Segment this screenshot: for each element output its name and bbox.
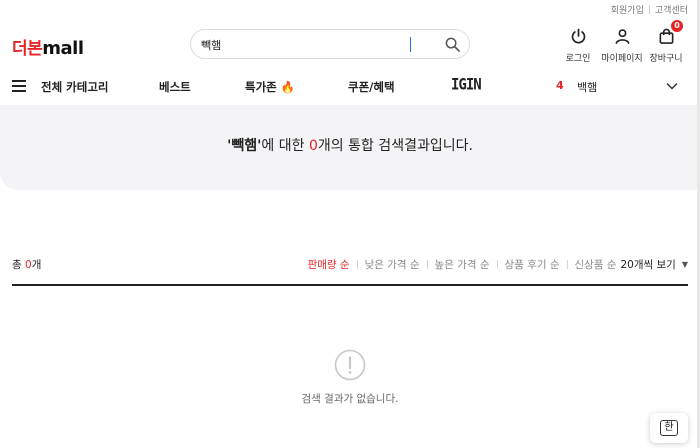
customer-center-link[interactable]: 고객센터: [655, 3, 688, 16]
text-caret: [410, 37, 411, 52]
search-box: [190, 29, 470, 59]
main-nav: 전체 카테고리 베스트 특가존 🔥 쿠폰/혜택 IGIN 4 백햄: [0, 72, 700, 102]
divider: [496, 260, 498, 269]
nav-deals[interactable]: 특가존 🔥: [245, 79, 295, 95]
cart-count-badge: 0: [671, 20, 683, 32]
sort-sales[interactable]: 판매량 순: [308, 257, 350, 272]
per-page-select[interactable]: 20개씩 보기 ▼: [621, 257, 689, 272]
utility-links: 회원가입 고객센터: [611, 3, 688, 16]
result-tail-text: 개의 통합 검색결과입니다.: [317, 138, 473, 154]
nav-best[interactable]: 베스트: [159, 79, 191, 95]
signup-link[interactable]: 회원가입: [611, 3, 644, 16]
divider: [426, 260, 428, 269]
nav-igin-logo[interactable]: IGIN: [451, 76, 482, 94]
trending-keyword[interactable]: 백햄: [577, 79, 597, 95]
per-page-label: 20개씩 보기: [620, 259, 676, 271]
ime-toggle[interactable]: 한: [650, 413, 688, 443]
result-count: 0: [308, 138, 318, 154]
logo-english-text: mall: [42, 38, 84, 59]
sort-newest[interactable]: 신상품 순: [575, 257, 617, 272]
mypage-button[interactable]: 마이페이지: [600, 26, 644, 64]
sort-reviews[interactable]: 상품 후기 순: [505, 257, 560, 272]
nav-coupons[interactable]: 쿠폰/혜택: [348, 79, 395, 95]
search-input[interactable]: [201, 36, 426, 53]
search-icon: [445, 37, 460, 52]
sort-high-price[interactable]: 높은 가격 순: [435, 257, 490, 272]
site-logo[interactable]: 더본 mall: [12, 34, 84, 59]
total-count: 총 0개: [12, 257, 41, 272]
mypage-label: 마이페이지: [601, 54, 643, 64]
login-button[interactable]: 로그인: [556, 26, 600, 64]
total-prefix: 총: [12, 259, 25, 271]
user-icon: [612, 26, 632, 46]
chevron-down-icon[interactable]: [665, 80, 679, 92]
divider: [648, 5, 650, 14]
nav-all-categories[interactable]: 전체 카테고리: [41, 79, 108, 95]
hamburger-menu-icon[interactable]: [12, 80, 26, 92]
logo-korean-text: 더본: [12, 39, 43, 59]
search-button[interactable]: [443, 35, 461, 53]
shopping-bag-icon: 0: [656, 20, 683, 46]
sort-low-price[interactable]: 낮은 가격 순: [365, 257, 420, 272]
toolbar-divider: [12, 284, 688, 286]
divider: [356, 260, 358, 269]
login-label: 로그인: [565, 54, 591, 64]
search-keyword: 빽햄: [231, 138, 258, 154]
sort-options: 판매량 순 낮은 가격 순 높은 가격 순 상품 후기 순 신상품 순 20개씩…: [308, 257, 688, 272]
result-summary: '빽햄'에 대한 0개의 통합 검색결과입니다.: [0, 135, 700, 155]
power-icon: [568, 26, 588, 46]
warning-icon: [334, 349, 366, 381]
list-toolbar: 총 0개 판매량 순 낮은 가격 순 높은 가격 순 상품 후기 순 신상품 순…: [12, 256, 688, 272]
ime-label: 한: [660, 420, 678, 436]
total-number: 0: [25, 259, 32, 271]
trending-rank: 4: [556, 79, 564, 92]
divider: [566, 260, 568, 269]
search-result-banner: '빽햄'에 대한 0개의 통합 검색결과입니다.: [0, 105, 700, 190]
header-actions: 로그인 마이페이지 0 장바구니: [556, 20, 688, 64]
total-suffix: 개: [31, 259, 42, 271]
empty-message: 검색 결과가 없습니다.: [301, 393, 399, 405]
cart-button[interactable]: 0 장바구니: [644, 20, 688, 64]
cart-label: 장바구니: [649, 54, 683, 64]
caret-down-icon: ▼: [681, 260, 688, 269]
result-mid-text: 에 대한: [261, 138, 309, 154]
